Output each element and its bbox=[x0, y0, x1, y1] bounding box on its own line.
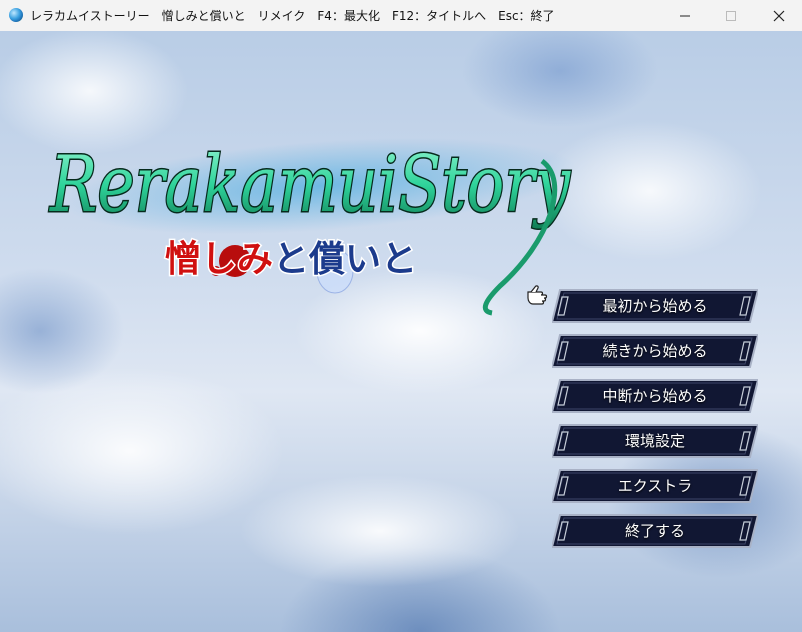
menu-button-resume[interactable]: 中断から始める bbox=[552, 379, 758, 413]
game-logo: RerakamuiStory 憎しみ と償いと bbox=[47, 139, 572, 316]
maximize-icon bbox=[726, 10, 736, 21]
logo-title: RerakamuiStory bbox=[48, 140, 570, 230]
app-globe-icon bbox=[9, 8, 23, 22]
menu-button-settings[interactable]: 環境設定 bbox=[552, 424, 758, 458]
close-icon bbox=[773, 10, 785, 21]
pointing-hand-icon bbox=[527, 285, 548, 305]
logo-subtitle-atonement: と償いと bbox=[273, 239, 417, 280]
title-screen: RerakamuiStory 憎しみ と償いと 最初から始める 続きから始める bbox=[0, 31, 802, 632]
menu-button-label: 終了する bbox=[624, 522, 685, 540]
window-titlebar[interactable]: レラカムイストーリー 憎しみと償いと リメイク F4：最大化 F12：タイトルへ… bbox=[0, 0, 802, 32]
menu-button-label: 中断から始める bbox=[602, 387, 708, 405]
menu-button-extra[interactable]: エクストラ bbox=[552, 469, 758, 503]
menu-button-label: 最初から始める bbox=[602, 297, 708, 315]
minimize-button[interactable] bbox=[662, 0, 708, 31]
menu-button-label: 続きから始める bbox=[602, 342, 708, 360]
menu-button-continue[interactable]: 続きから始める bbox=[552, 334, 758, 368]
window-title: レラカムイストーリー 憎しみと償いと リメイク F4：最大化 F12：タイトルへ… bbox=[30, 9, 555, 23]
minimize-icon bbox=[680, 15, 690, 16]
menu-button-label: エクストラ bbox=[617, 477, 693, 495]
menu-button-new-game[interactable]: 最初から始める bbox=[552, 289, 758, 323]
close-button[interactable] bbox=[756, 0, 802, 31]
logo-subtitle-hatred: 憎しみ bbox=[165, 238, 273, 280]
menu-button-quit[interactable]: 終了する bbox=[552, 514, 758, 548]
maximize-button[interactable] bbox=[708, 0, 754, 31]
menu-button-label: 環境設定 bbox=[624, 432, 685, 450]
